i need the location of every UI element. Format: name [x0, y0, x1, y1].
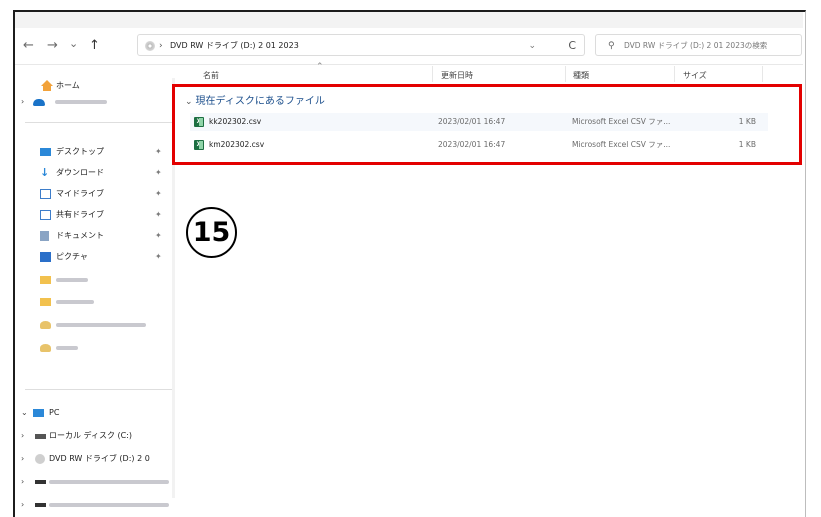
forward-icon[interactable]: →	[47, 38, 58, 53]
local-disk-icon	[35, 434, 46, 439]
step-number-badge: 15	[186, 207, 237, 258]
sidebar-item-label: デスクトップ	[56, 147, 104, 156]
address-field[interactable]: › DVD RW ドライブ (D:) 2 01 2023 ⌄ C	[137, 34, 585, 56]
pin-icon[interactable]: ✦	[155, 249, 162, 265]
pin-icon[interactable]: ✦	[155, 144, 162, 160]
window-top-strip	[15, 12, 803, 29]
recent-locations-icon[interactable]: ⌄	[69, 37, 78, 50]
sidebar-item-label: ドキュメント	[56, 231, 104, 240]
column-divider[interactable]	[565, 66, 566, 82]
search-icon: ⚲	[608, 41, 615, 51]
dvd-drive-icon	[35, 454, 45, 464]
column-divider[interactable]	[674, 66, 675, 82]
chevron-down-icon[interactable]: ⌄	[528, 35, 536, 57]
folder-icon	[40, 276, 51, 284]
up-arrow-icon[interactable]: ↑	[89, 38, 100, 53]
redacted-label	[56, 272, 88, 288]
network-drive-icon	[35, 480, 46, 484]
documents-icon	[40, 231, 49, 241]
column-header-row: 名前 ⌃ 更新日時 種類 サイズ	[177, 62, 803, 84]
chevron-right-icon: ›	[159, 41, 163, 51]
redacted-label	[56, 340, 78, 356]
sidebar-item-label: ダウンロード	[56, 168, 104, 177]
chevron-down-icon[interactable]: ⌄	[21, 405, 28, 421]
highlight-box	[172, 84, 802, 165]
column-header-type[interactable]: 種類	[573, 70, 589, 81]
drive-icon	[40, 189, 51, 199]
address-path[interactable]: DVD RW ドライブ (D:) 2 01 2023	[170, 35, 299, 57]
chevron-right-icon[interactable]: ›	[21, 94, 24, 110]
dvd-disc-icon	[145, 41, 155, 51]
home-icon-body	[43, 86, 51, 91]
pin-icon[interactable]: ✦	[155, 207, 162, 223]
sidebar-divider	[25, 389, 175, 390]
folder-icon	[40, 298, 51, 306]
sidebar-item-label: DVD RW ドライブ (D:) 2 0	[49, 454, 150, 463]
back-icon[interactable]: ←	[23, 38, 34, 53]
redacted-label	[49, 474, 169, 490]
pin-icon[interactable]: ✦	[155, 228, 162, 244]
column-divider[interactable]	[762, 66, 763, 82]
sidebar-item-label: PC	[49, 408, 60, 417]
sort-ascending-icon: ⌃	[316, 62, 324, 72]
network-drive-icon	[35, 503, 46, 507]
redacted-label	[56, 294, 94, 310]
search-placeholder: DVD RW ドライブ (D:) 2 01 2023の検索	[624, 41, 768, 50]
pin-icon[interactable]: ✦	[155, 165, 162, 181]
pin-icon[interactable]: ✦	[155, 186, 162, 202]
cloud-icon	[33, 99, 45, 106]
shared-drive-icon	[40, 210, 51, 220]
redacted-label	[55, 94, 107, 110]
sidebar-item-label: ホーム	[56, 81, 80, 90]
column-header-modified[interactable]: 更新日時	[441, 70, 473, 81]
chevron-right-icon[interactable]: ›	[21, 497, 24, 513]
user-folder-icon	[40, 321, 51, 329]
chevron-right-icon[interactable]: ›	[21, 428, 24, 444]
redacted-label	[56, 317, 146, 333]
sidebar-divider	[25, 122, 175, 123]
address-toolbar: ← → ⌄ ↑ › DVD RW ドライブ (D:) 2 01 2023 ⌄ C…	[15, 28, 803, 65]
column-header-size[interactable]: サイズ	[683, 70, 707, 81]
redacted-label	[49, 497, 169, 513]
column-divider[interactable]	[432, 66, 433, 82]
download-icon: ↓	[40, 166, 50, 179]
sidebar-item-label: ピクチャ	[56, 252, 88, 261]
user-folder-icon	[40, 344, 51, 352]
column-header-name[interactable]: 名前	[203, 70, 219, 81]
pictures-icon	[40, 252, 51, 262]
chevron-right-icon[interactable]: ›	[21, 451, 24, 467]
chevron-right-icon[interactable]: ›	[21, 474, 24, 490]
sidebar-item-label: マイドライブ	[56, 189, 104, 198]
refresh-icon[interactable]: C	[568, 35, 576, 57]
pc-icon	[33, 409, 44, 417]
desktop-icon	[40, 148, 51, 156]
search-input[interactable]: ⚲ DVD RW ドライブ (D:) 2 01 2023の検索	[595, 34, 802, 56]
sidebar-item-label: 共有ドライブ	[56, 210, 104, 219]
sidebar-item-label: ローカル ディスク (C:)	[49, 431, 133, 440]
navigation-pane: ホーム › デスクトップ ✦ ↓ ダウンロード ✦ マイドライブ ✦ 共有ドライ…	[15, 64, 175, 515]
